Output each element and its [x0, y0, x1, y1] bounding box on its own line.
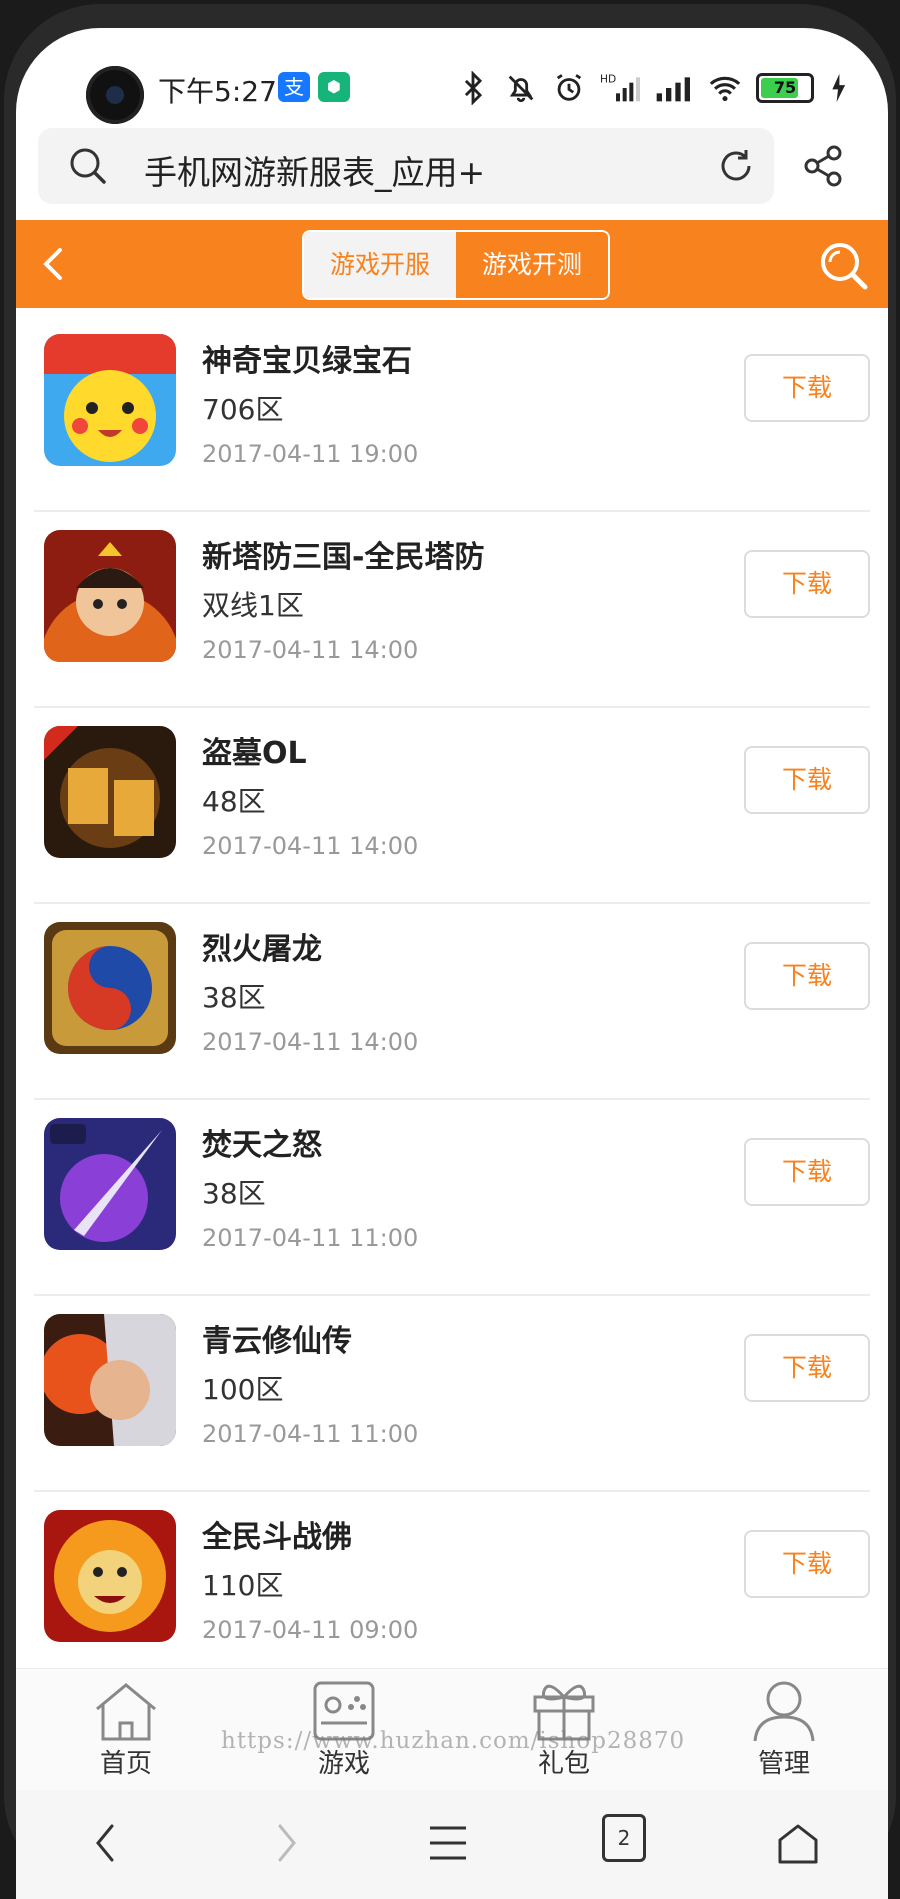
daomu-icon [44, 726, 176, 858]
hero-icon [44, 1314, 176, 1446]
monkey-king-icon [44, 1510, 176, 1642]
mute-icon [508, 75, 534, 103]
tab-manage[interactable]: 管理 [724, 1679, 844, 1780]
share-icon[interactable] [802, 144, 846, 188]
open-time: 2017-04-11 11:00 [202, 1224, 419, 1252]
download-button[interactable]: 下载 [744, 1138, 870, 1206]
game-name: 烈火屠龙 [202, 932, 322, 967]
back-arrow-icon[interactable] [34, 242, 74, 286]
tabs-count: 2 [617, 1826, 631, 1850]
battery-level: 75 [773, 78, 797, 97]
tabs-count-button[interactable]: 2 [602, 1814, 646, 1862]
system-nav-bar: 2 [16, 1790, 888, 1899]
home-icon [96, 1683, 156, 1741]
server-zone: 100区 [202, 1373, 284, 1406]
download-button[interactable]: 下载 [744, 1334, 870, 1402]
server-zone: 双线1区 [202, 589, 304, 622]
taiji-icon [44, 922, 176, 1054]
bluetooth-icon [464, 71, 483, 105]
server-zone: 38区 [202, 981, 266, 1014]
tab-label: 管理 [757, 1749, 810, 1779]
game-name: 神奇宝贝绿宝石 [202, 344, 412, 379]
download-button[interactable]: 下载 [744, 550, 870, 618]
download-button[interactable]: 下载 [744, 942, 870, 1010]
server-zone: 38区 [202, 1177, 266, 1210]
pikachu-icon [44, 334, 176, 466]
list-item: 焚天之怒 38区 2017-04-11 11:00 下载 [34, 1100, 870, 1296]
open-time: 2017-04-11 14:00 [202, 636, 419, 664]
server-zone: 706区 [202, 393, 284, 426]
alipay-icon: 支 [278, 72, 310, 102]
front-camera [86, 66, 144, 124]
phone-frame: 下午5:27 支 ⬢ HD 75 手机网游新服表_应用+ 游戏开服 游戏开测 神… [4, 4, 896, 1899]
wifi-icon [709, 76, 741, 102]
server-list: 神奇宝贝绿宝石 706区 2017-04-11 19:00 下载 新塔防三国-全… [16, 316, 888, 1688]
game-name: 盗墓OL [202, 736, 307, 771]
game-name: 新塔防三国-全民塔防 [202, 540, 485, 575]
list-item: 全民斗战佛 110区 2017-04-11 09:00 下载 [34, 1492, 870, 1688]
signal-icon [656, 77, 690, 102]
watermark: https://www.huzhan.com/ishop28870 [221, 1728, 686, 1754]
nav-home-icon[interactable] [774, 1818, 822, 1868]
game-name: 焚天之怒 [202, 1128, 322, 1163]
tab-label: 首页 [99, 1749, 152, 1779]
open-time: 2017-04-11 09:00 [202, 1616, 419, 1644]
status-time: 下午5:27 [158, 75, 277, 108]
nav-forward-icon[interactable] [266, 1818, 306, 1868]
download-button[interactable]: 下载 [744, 746, 870, 814]
svg-text:HD: HD [600, 73, 616, 86]
alarm-icon [556, 74, 582, 101]
tab-server-open[interactable]: 游戏开服 [304, 232, 456, 298]
open-time: 2017-04-11 11:00 [202, 1420, 419, 1448]
download-button[interactable]: 下载 [744, 354, 870, 422]
search-icon [70, 148, 106, 184]
game-name: 全民斗战佛 [202, 1520, 352, 1555]
battery-indicator: 75 [756, 73, 814, 103]
sword-icon [44, 1118, 176, 1250]
menu-icon[interactable] [426, 1818, 470, 1868]
download-button[interactable]: 下载 [744, 1530, 870, 1598]
tab-home[interactable]: 首页 [66, 1679, 186, 1780]
open-time: 2017-04-11 14:00 [202, 1028, 419, 1056]
user-icon [753, 1681, 815, 1742]
open-time: 2017-04-11 19:00 [202, 440, 419, 468]
address-bar[interactable]: 手机网游新服表_应用+ [38, 128, 774, 204]
page-title: 手机网游新服表_应用+ [144, 153, 486, 192]
warrior-icon [44, 530, 176, 662]
search-icon[interactable] [818, 240, 870, 292]
screen: 下午5:27 支 ⬢ HD 75 手机网游新服表_应用+ 游戏开服 游戏开测 神… [16, 28, 888, 1899]
nav-back-icon[interactable] [86, 1818, 126, 1868]
page-header: 游戏开服 游戏开测 [16, 220, 888, 308]
list-item: 神奇宝贝绿宝石 706区 2017-04-11 19:00 下载 [34, 316, 870, 512]
open-time: 2017-04-11 14:00 [202, 832, 419, 860]
tab-switcher: 游戏开服 游戏开测 [302, 230, 610, 300]
server-zone: 48区 [202, 785, 266, 818]
charging-icon [832, 73, 846, 103]
list-item: 烈火屠龙 38区 2017-04-11 14:00 下载 [34, 904, 870, 1100]
shield-app-icon: ⬢ [318, 72, 350, 102]
reload-icon[interactable] [716, 146, 756, 186]
tab-server-test[interactable]: 游戏开测 [456, 232, 608, 298]
game-name: 青云修仙传 [202, 1324, 352, 1359]
signal-hd-icon: HD [600, 73, 640, 102]
status-bar: 下午5:27 支 ⬢ HD 75 [16, 28, 888, 136]
list-item: 青云修仙传 100区 2017-04-11 11:00 下载 [34, 1296, 870, 1492]
server-zone: 110区 [202, 1569, 284, 1602]
list-item: 新塔防三国-全民塔防 双线1区 2017-04-11 14:00 下载 [34, 512, 870, 708]
list-item: 盗墓OL 48区 2017-04-11 14:00 下载 [34, 708, 870, 904]
